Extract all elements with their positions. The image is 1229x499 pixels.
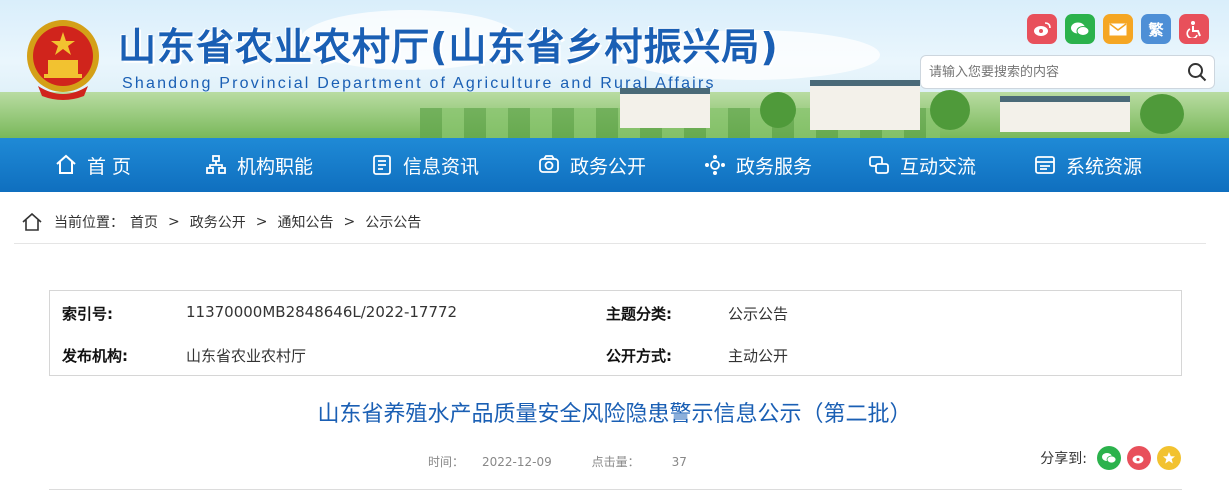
method-label: 公开方式: <box>606 347 672 365</box>
breadcrumb-notices[interactable]: 通知公告 <box>277 212 333 232</box>
share-weibo-button[interactable] <box>1127 446 1151 470</box>
date-value: 2022-12-09 <box>482 455 552 469</box>
wechat-icon[interactable] <box>1065 14 1095 44</box>
weibo-icon <box>1132 455 1144 464</box>
search-icon <box>1188 63 1207 82</box>
article-info-table: 索引号: 11370000MB2848646L/2022-17772 主题分类:… <box>49 290 1182 376</box>
national-emblem-icon <box>27 20 99 100</box>
topic-value: 公示公告 <box>728 305 789 323</box>
main-nav: 首 页 机构职能 信息资讯 政务公开 政务服务 互动交流 系统资源 <box>0 138 1229 192</box>
method-value: 主动公开 <box>728 347 789 365</box>
publisher-value: 山东省农业农村厅 <box>186 347 307 365</box>
service-icon <box>705 155 725 175</box>
home-icon <box>22 213 42 231</box>
nav-item-label: 信息资讯 <box>403 155 480 178</box>
breadcrumb-announcements[interactable]: 公示公告 <box>365 212 421 232</box>
accessibility-icon[interactable] <box>1179 14 1209 44</box>
share-qzone-button[interactable] <box>1157 446 1181 470</box>
topic-label: 主题分类: <box>606 305 672 323</box>
article-title: 山东省养殖水产品质量安全风险隐患警示信息公示（第二批） <box>317 402 912 427</box>
nav-item-label: 政务服务 <box>736 155 813 178</box>
breadcrumb-home[interactable]: 首页 <box>130 212 158 232</box>
search-input[interactable] <box>921 57 1180 87</box>
divider <box>49 489 1182 490</box>
resources-icon <box>1035 156 1055 174</box>
tree-decoration <box>930 90 970 130</box>
building-decoration <box>620 88 710 128</box>
nav-item-label: 系统资源 <box>1066 155 1143 178</box>
divider <box>14 243 1206 244</box>
nav-item-interaction[interactable]: 互动交流 <box>868 138 1034 192</box>
tree-decoration <box>1140 94 1184 134</box>
clicks-label: 点击量： <box>591 455 640 469</box>
nav-item-label: 机构职能 <box>237 155 314 178</box>
index-value: 11370000MB2848646L/2022-17772 <box>186 303 458 321</box>
mail-icon[interactable] <box>1103 14 1133 44</box>
building-decoration <box>810 80 920 130</box>
nav-item-label: 互动交流 <box>900 155 977 178</box>
interaction-icon <box>869 156 889 174</box>
public-affairs-icon <box>539 155 559 173</box>
breadcrumb-prefix: 当前位置： <box>54 215 124 231</box>
nav-item-org[interactable]: 机构职能 <box>205 138 371 192</box>
nav-item-home[interactable]: 首 页 <box>55 138 205 192</box>
breadcrumb-separator: > <box>255 214 268 230</box>
breadcrumb-separator: > <box>168 214 180 230</box>
breadcrumb-public-affairs[interactable]: 政务公开 <box>190 212 246 232</box>
qzone-icon <box>1163 452 1175 464</box>
article-meta: 时间： 2022-12-09 点击量： 37 <box>428 453 723 470</box>
nav-item-label: 首 页 <box>87 155 132 178</box>
date-label: 时间： <box>428 455 465 469</box>
site-title: 山东省农业农村厅(山东省乡村振兴局) <box>118 25 779 69</box>
weibo-icon[interactable] <box>1027 14 1057 44</box>
share-label: 分享到: <box>1040 451 1087 467</box>
tree-decoration <box>760 92 796 128</box>
clicks-value: 37 <box>671 455 687 469</box>
share-bar: 分享到: <box>1040 446 1181 470</box>
nav-item-news[interactable]: 信息资讯 <box>371 138 538 192</box>
search-button[interactable] <box>1180 56 1214 88</box>
traditional-chinese-toggle[interactable]: 繁 <box>1141 14 1171 44</box>
home-icon <box>56 154 76 174</box>
wechat-icon <box>1102 453 1117 464</box>
nav-item-public-affairs[interactable]: 政务公开 <box>538 138 704 192</box>
site-subtitle: Shandong Provincial Department of Agricu… <box>122 75 716 92</box>
share-wechat-button[interactable] <box>1097 446 1121 470</box>
building-decoration <box>1000 96 1130 132</box>
header-banner: 山东省农业农村厅(山东省乡村振兴局) Shandong Provincial D… <box>0 0 1229 138</box>
org-icon <box>206 155 226 174</box>
publisher-label: 发布机构: <box>62 347 128 365</box>
nav-item-resources[interactable]: 系统资源 <box>1034 138 1174 192</box>
top-icon-bar: 繁 <box>1027 14 1209 44</box>
nav-item-services[interactable]: 政务服务 <box>704 138 868 192</box>
breadcrumb-separator: > <box>343 214 356 230</box>
index-label: 索引号: <box>62 305 113 323</box>
search-box <box>920 55 1215 89</box>
document-icon <box>373 155 391 175</box>
breadcrumb: 当前位置： 首页 > 政务公开 > 通知公告 > 公示公告 <box>22 212 421 232</box>
nav-item-label: 政务公开 <box>570 155 647 178</box>
